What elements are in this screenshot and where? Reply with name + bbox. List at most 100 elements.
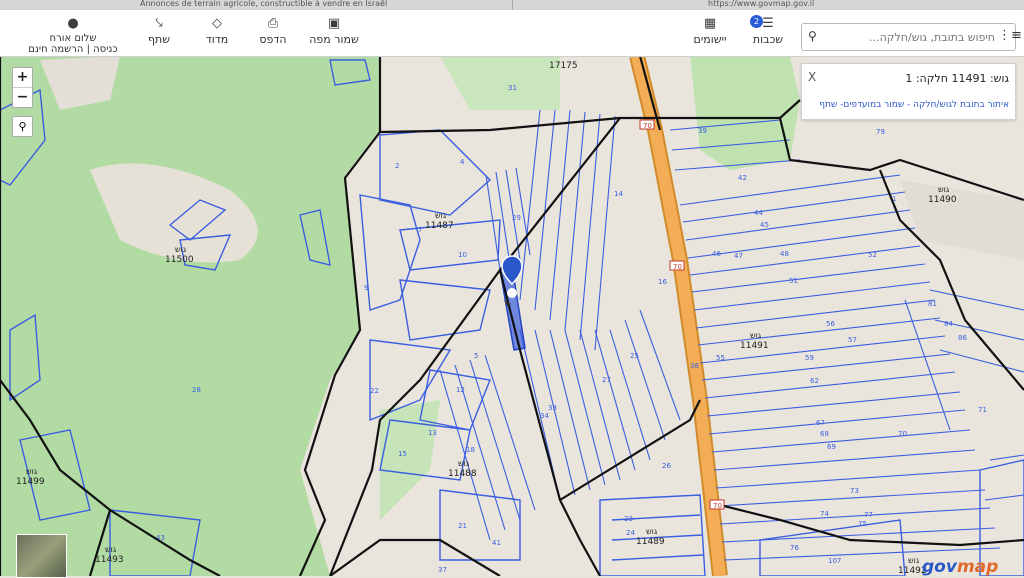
- parcel-number: 23: [624, 515, 633, 523]
- measure-icon: ◇: [212, 16, 222, 31]
- save-map-button[interactable]: ▣ שמור מפה: [306, 14, 362, 46]
- save-icon: ▣: [327, 16, 341, 31]
- parcel-number: 4: [460, 158, 465, 166]
- zoom-to-area-icon[interactable]: ⚲: [12, 116, 33, 137]
- block-number: 11499: [16, 477, 45, 487]
- svg-text:70: 70: [673, 263, 682, 271]
- parcel-number: 5: [474, 352, 478, 360]
- parcel-number: 68: [820, 430, 829, 438]
- parcel-number: 77: [864, 511, 873, 519]
- parcel-number: 43: [156, 534, 165, 542]
- print-button[interactable]: ⎙ הדפס: [256, 14, 290, 46]
- parcel-number: 57: [848, 336, 857, 344]
- parcel-number: 16: [658, 278, 667, 286]
- parcel-number: 52: [868, 251, 877, 259]
- user-menu[interactable]: ● שלום אורח כניסה | הרשמה חינם: [28, 14, 118, 55]
- svg-text:70: 70: [713, 502, 722, 510]
- parcel-number: 10: [458, 251, 467, 259]
- block-label: גוש: [105, 545, 117, 554]
- parcel-number: 15: [398, 450, 407, 458]
- parcel-number: 34: [540, 412, 549, 420]
- block-label: גוש: [646, 527, 658, 536]
- parcel-number: 46: [712, 250, 721, 258]
- search-input[interactable]: [828, 28, 997, 46]
- map-canvas[interactable]: 70 70 70 גוש 11487 גוש 11500 גוש 11490 גוש 1149…: [0, 56, 1024, 576]
- block-label: גוש: [938, 185, 950, 194]
- share-icon: ⤥: [155, 16, 163, 31]
- block-label: גוש: [435, 211, 447, 220]
- parcel-number: 55: [716, 354, 725, 362]
- parcel-number: 2: [395, 162, 399, 170]
- parcel-number: 39: [698, 127, 707, 135]
- parcel-number: 76: [790, 544, 799, 552]
- parcel-number: 71: [978, 406, 987, 414]
- print-label: הדפס: [259, 33, 287, 46]
- block-label: גוש: [458, 459, 470, 468]
- parcel-number: 38: [690, 362, 699, 370]
- print-icon: ⎙: [267, 16, 279, 31]
- result-actions[interactable]: איתור בתובת לגוש/חלקה - שמור במועדפים- ש…: [819, 100, 1009, 110]
- apps-button[interactable]: ▦ יישומים: [688, 14, 732, 46]
- parcel-number: 27: [602, 376, 611, 384]
- parcel-number: 79: [876, 128, 885, 136]
- parcel-number: 48: [780, 250, 789, 258]
- block-label: גוש: [750, 331, 762, 340]
- parcel-number: 42: [738, 174, 747, 182]
- parcel-number: 70: [898, 430, 907, 438]
- parcel-number: 18: [466, 446, 475, 454]
- parcel-number: 67: [816, 419, 825, 427]
- share-button[interactable]: ⤥ שתף: [145, 14, 173, 46]
- browser-tab-right[interactable]: https://www.govmap.gov.il: [708, 0, 814, 8]
- parcel-number: 75: [858, 520, 867, 528]
- browser-tab-strip: Annonces de terrain agricole, constructi…: [0, 0, 1024, 10]
- parcel-number: 25: [630, 352, 639, 360]
- block-number: 11491: [740, 341, 769, 351]
- parcel-number: 84: [944, 320, 953, 328]
- block-number: 11487: [425, 221, 454, 231]
- parcel-number: 21: [458, 522, 467, 530]
- browser-tab-left[interactable]: Annonces de terrain agricole, constructi…: [140, 0, 387, 8]
- search-box: ⚲ ⋮≡: [801, 23, 1022, 51]
- search-icon[interactable]: ⚲: [808, 29, 817, 43]
- user-icon: ●: [67, 16, 79, 31]
- measure-button[interactable]: ◇ מדוד: [200, 14, 234, 46]
- parcel-number: 24: [626, 529, 635, 537]
- parcel-number: 41: [492, 539, 501, 547]
- parcel-number: 81: [928, 300, 937, 308]
- block-label: גוש: [175, 245, 187, 254]
- block-number: 11490: [928, 195, 957, 205]
- result-title: גוש: 11491 חלקה: 1: [905, 72, 1009, 85]
- apps-grid-icon: ▦: [703, 16, 717, 31]
- parcel-number: 31: [508, 84, 517, 92]
- block-label: גוש: [26, 467, 38, 476]
- search-options-icon[interactable]: ⋮≡: [998, 28, 1022, 43]
- parcel-number: 69: [827, 443, 836, 451]
- tab-divider: [512, 0, 513, 10]
- login-link[interactable]: כניסה | הרשמה חינם: [28, 44, 118, 55]
- parcel-number: 1: [892, 195, 896, 203]
- layers-label: שכבות: [752, 33, 784, 46]
- basemap-thumbnail[interactable]: [16, 534, 67, 578]
- parcel-number: 86: [958, 334, 967, 342]
- cadastral-map[interactable]: 70 70 70 גוש11487גוש11500גוש11490גוש1149…: [0, 56, 1024, 576]
- parcel-number: 26: [662, 462, 671, 470]
- measure-label: מדוד: [205, 33, 229, 46]
- zoom-out-button[interactable]: −: [13, 88, 32, 107]
- block-number: 11488: [448, 469, 477, 479]
- close-icon[interactable]: X: [808, 70, 816, 84]
- parcel-number: 9: [364, 284, 368, 292]
- parcel-number: 14: [614, 190, 623, 198]
- parcel-number: 59: [805, 354, 814, 362]
- search-result-panel: X גוש: 11491 חלקה: 1 איתור בתובת לגוש/חל…: [801, 63, 1016, 120]
- parcel-number: 74: [820, 510, 829, 518]
- apps-label: יישומים: [693, 33, 727, 46]
- parcel-number: 51: [789, 277, 798, 285]
- block-number-top: 17175: [549, 61, 578, 71]
- block-label: גוש: [908, 556, 920, 565]
- parcel-number: 73: [850, 487, 859, 495]
- user-greeting: שלום אורח: [49, 33, 97, 44]
- block-number: 11500: [165, 255, 194, 265]
- zoom-in-button[interactable]: +: [13, 68, 32, 87]
- share-label: שתף: [147, 33, 171, 46]
- parcel-number: 62: [810, 377, 819, 385]
